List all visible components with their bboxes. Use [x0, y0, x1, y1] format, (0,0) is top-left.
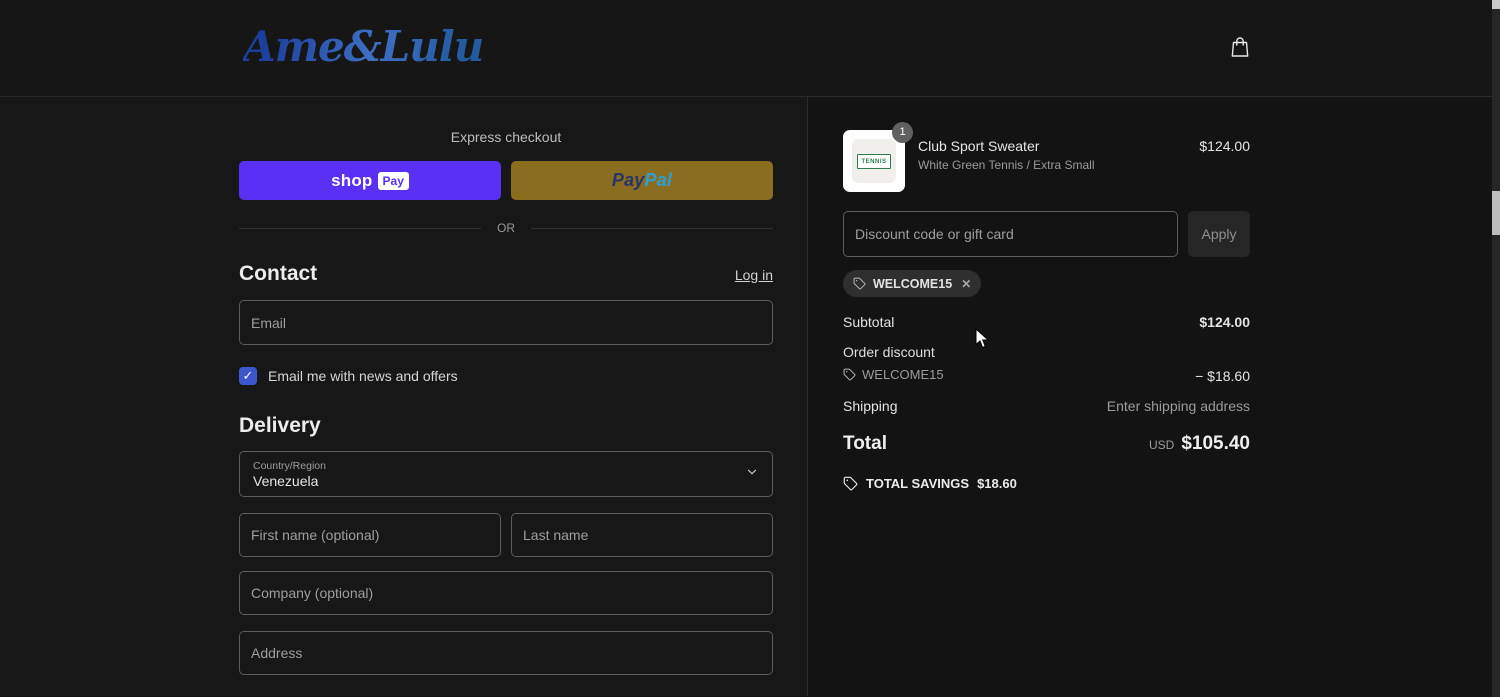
total-row: Total USD $105.40 [843, 433, 1250, 455]
paypal-button[interactable]: Pay Pal [511, 161, 773, 200]
shipping-value: Enter shipping address [1106, 398, 1250, 414]
first-name-input[interactable] [239, 513, 501, 557]
apply-discount-button[interactable]: Apply [1188, 211, 1250, 257]
subtotal-value: $124.00 [1199, 314, 1250, 330]
newsletter-checkbox-row[interactable]: ✓ Email me with news and offers [239, 367, 773, 385]
country-select-label: Country/Region [253, 459, 326, 472]
cart-bag-icon[interactable] [1226, 34, 1254, 62]
total-savings-label: TOTAL SAVINGS [866, 476, 970, 491]
discount-chip-code: WELCOME15 [873, 276, 953, 291]
contact-heading: Contact [239, 262, 318, 285]
login-link[interactable]: Log in [735, 267, 773, 283]
applied-discount-code: WELCOME15 [862, 367, 944, 382]
scrollbar-thumb[interactable] [1492, 191, 1500, 235]
express-checkout-label: Express checkout [450, 129, 562, 145]
tag-icon [843, 476, 858, 491]
quantity-badge: 1 [892, 122, 913, 143]
total-value: $105.40 [1181, 433, 1250, 454]
address-input[interactable] [239, 631, 773, 675]
checkout-header: Ame&Lulu [0, 0, 1500, 97]
shop-pay-wordmark: shop [331, 170, 373, 190]
divider-line [531, 227, 773, 229]
shipping-row: Shipping Enter shipping address [843, 398, 1250, 414]
brand-logo[interactable]: Ame&Lulu [243, 22, 484, 71]
shop-pay-button[interactable]: shop Pay [239, 161, 501, 200]
total-savings-row: TOTAL SAVINGS $18.60 [843, 476, 1250, 491]
discount-chip[interactable]: WELCOME15 ✕ [843, 270, 982, 297]
chevron-down-icon [745, 465, 759, 484]
discount-amount: − $18.60 [1195, 368, 1250, 384]
product-image-label: TENNIS [857, 153, 891, 169]
shop-pay-pill: Pay [377, 171, 409, 190]
product-price: $124.00 [1199, 138, 1250, 154]
total-savings-value: $18.60 [977, 476, 1017, 491]
paypal-wordmark-pay: Pay [611, 170, 645, 190]
discount-code-input[interactable] [843, 211, 1178, 257]
newsletter-checkbox check-icon[interactable]: ✓ [239, 367, 257, 385]
checkout-form-pane: Express checkout shop Pay Pay Pal OR Con… [0, 97, 808, 696]
product-name: Club Sport Sweater [918, 138, 1040, 154]
shipping-label: Shipping [843, 398, 898, 414]
email-input[interactable] [239, 300, 773, 345]
paypal-wordmark-pal: Pal [644, 170, 673, 190]
or-label: OR [497, 221, 515, 235]
currency-code: USD [1148, 438, 1175, 452]
divider-line [239, 227, 481, 229]
page-scrollbar[interactable] [1492, 0, 1500, 697]
scrollbar-up-arrow[interactable] [1492, 0, 1500, 9]
last-name-input[interactable] [511, 513, 773, 557]
company-input[interactable] [239, 571, 773, 615]
tag-icon [853, 277, 866, 290]
express-pay-buttons: shop Pay Pay Pal [239, 161, 773, 200]
cart-item: 1 TENNIS Club Sport Sweater White Green … [843, 122, 1250, 192]
delivery-heading: Delivery [239, 414, 321, 437]
tag-icon [843, 368, 856, 381]
order-summary-pane: 1 TENNIS Club Sport Sweater White Green … [808, 97, 1500, 696]
total-label: Total [843, 433, 887, 454]
product-image: TENNIS [852, 139, 896, 183]
subtotal-label: Subtotal [843, 314, 895, 330]
product-variant: White Green Tennis / Extra Small [918, 158, 1095, 172]
subtotal-row: Subtotal $124.00 [843, 314, 1250, 330]
or-divider: OR [239, 221, 773, 235]
discount-line-row: WELCOME15 − $18.60 [843, 367, 1250, 384]
order-discount-label: Order discount [843, 344, 935, 360]
newsletter-label: Email me with news and offers [268, 368, 458, 384]
country-select[interactable]: Country/Region Venezuela [239, 451, 773, 497]
close-icon[interactable]: ✕ [961, 277, 971, 291]
country-select-value: Venezuela [253, 472, 319, 489]
product-thumbnail: 1 TENNIS [843, 122, 913, 192]
